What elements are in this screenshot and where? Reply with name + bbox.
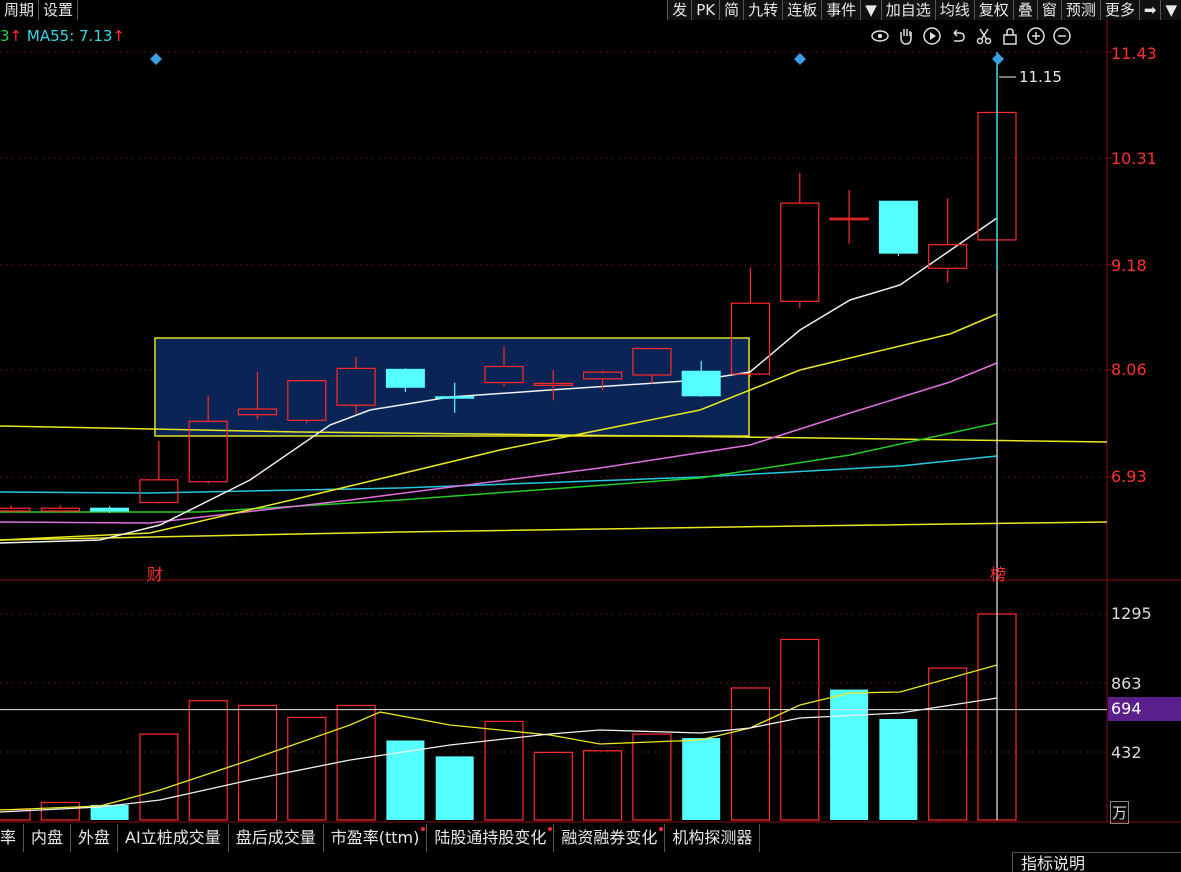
tab-label: 率 [0,828,17,847]
leaderboard-marker[interactable]: 榜 [990,561,1006,585]
new-dot [421,827,426,831]
volume-bar [780,638,820,821]
volume-tick-label: 1295 [1111,604,1152,623]
volume-bar [484,720,524,821]
candle-body [385,368,425,388]
candle-body [435,396,475,399]
volume-bar [188,700,228,821]
price-tick-label: 10.31 [1111,149,1157,168]
tab-label: 融资融券变化 [561,828,658,847]
price-tick-label: 8.06 [1111,360,1147,379]
volume-bar [632,733,672,821]
tab-hk-connect-holdings[interactable]: 陆股通持股变化 [427,824,555,852]
event-diamond-icon [992,53,1004,65]
tab-label: 内盘 [31,828,64,847]
candle-body [878,200,918,254]
consolidation-box [154,337,750,437]
indicator-help-button[interactable]: 指标说明 [1012,852,1181,872]
price-tick-label: 6.93 [1111,467,1147,486]
ma-line-slow [0,521,1108,541]
volume-crosshair-value: 694 [1108,697,1181,721]
volume-bar [730,687,771,821]
volume-bar [237,704,278,821]
tab-outer-volume[interactable]: 外盘 [71,824,119,852]
candle-body [90,507,130,512]
tab-pe-ttm[interactable]: 市盈率(ttm) [324,824,428,852]
tab-label: 机构探测器 [672,828,753,847]
tab-margin-trading[interactable]: 融资融券变化 [554,824,666,852]
candle-body [40,507,80,512]
financial-report-marker[interactable]: 财 [147,561,163,585]
candle-body [139,479,179,504]
volume-bar [435,756,474,820]
max-price-label: 11.15 [1019,68,1062,86]
volume-bar [533,751,573,821]
candle-body [780,202,820,302]
price-tick-label: 11.43 [1111,44,1157,63]
ma55-line [0,455,998,494]
volume-bar [40,801,80,821]
kline-chart[interactable] [0,0,1181,872]
candle-body [0,507,31,512]
volume-bar [928,667,968,821]
event-diamond-icon [150,53,162,65]
volume-bar [582,750,623,821]
tab-label: AI立桩成交量 [125,828,221,847]
volume-series [0,613,1017,821]
tab-after-hours-volume[interactable]: 盘后成交量 [229,824,324,852]
tab-ai-volume[interactable]: AI立桩成交量 [118,824,229,852]
new-dot [548,827,553,831]
tab-turnover-rate[interactable]: 率 [0,824,25,852]
tab-label: 陆股通持股变化 [434,828,547,847]
volume-bar [682,738,721,820]
volume-unit-label: 万 [1110,801,1130,824]
event-diamond-icon [794,53,806,65]
volume-bar [879,718,918,820]
tab-label: 盘后成交量 [235,828,316,847]
price-tick-label: 9.18 [1111,256,1147,275]
volume-bar [386,740,425,820]
candle-body [681,370,721,397]
tab-label: 外盘 [78,828,111,847]
new-dot [659,827,664,831]
volume-tick-label: 432 [1111,743,1142,762]
tab-inner-volume[interactable]: 内盘 [24,824,72,852]
volume-tick-label: 863 [1111,674,1142,693]
indicator-tabs: 率 内盘 外盘 AI立桩成交量 盘后成交量 市盈率(ttm) 陆股通持股变化 融… [0,824,761,852]
volume-bar [139,733,179,821]
tab-label: 市盈率(ttm) [330,828,420,847]
tab-institution-detector[interactable]: 机构探测器 [665,824,761,852]
